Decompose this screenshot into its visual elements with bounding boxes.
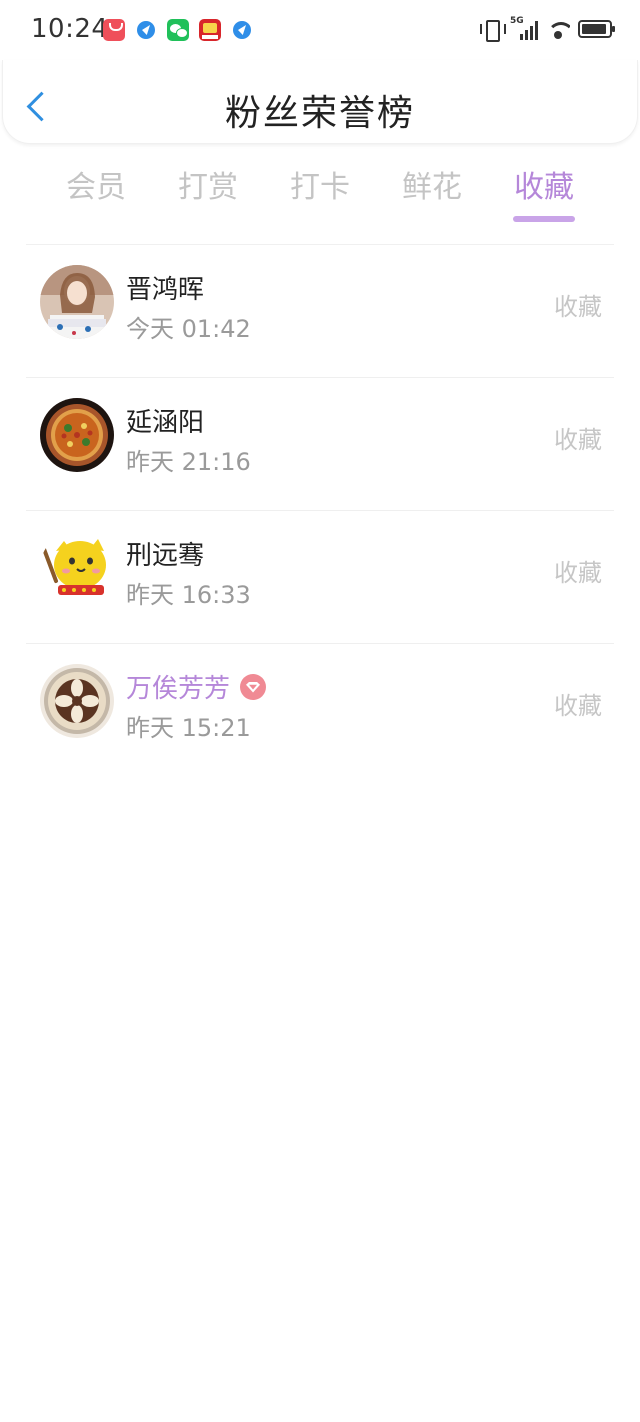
taobao-icon	[199, 19, 221, 41]
fan-time: 昨天 16:33	[126, 581, 251, 609]
fan-name: 万俟芳芳	[126, 674, 231, 704]
fan-name-row: 刑远骞	[126, 535, 204, 572]
status-bar: 10:24 5G	[0, 0, 640, 60]
system-icons: 5G	[480, 16, 615, 42]
avatar[interactable]	[40, 265, 114, 339]
vibrate-icon	[480, 18, 506, 42]
compass-icon	[231, 19, 253, 41]
avatar[interactable]	[40, 664, 114, 738]
network-type-label: 5G	[510, 16, 524, 26]
list-item[interactable]: 延涵阳 昨天 21:16 收藏	[26, 378, 614, 511]
tab-bar: 会员 打赏 打卡 鲜花 收藏	[0, 162, 640, 226]
active-tab-indicator	[513, 216, 575, 222]
cellular-signal-icon: 5G	[510, 16, 538, 40]
compass-icon	[135, 19, 157, 41]
list-item[interactable]: 晋鸿晖 今天 01:42 收藏	[26, 245, 614, 378]
tab-favorite[interactable]: 收藏	[504, 162, 584, 206]
fan-time: 昨天 21:16	[126, 448, 251, 476]
status-time: 10:24	[31, 14, 109, 44]
wifi-icon	[546, 19, 570, 39]
fan-name: 晋鸿晖	[126, 275, 205, 305]
avatar[interactable]	[40, 398, 114, 472]
fan-name-row: 万俟芳芳	[126, 668, 267, 705]
fan-action-label: 收藏	[554, 293, 602, 321]
fan-name: 延涵阳	[126, 408, 205, 438]
fan-action-label: 收藏	[554, 426, 602, 454]
tab-member[interactable]: 会员	[56, 162, 136, 206]
fan-action-label: 收藏	[554, 692, 602, 720]
nav-header: 粉丝荣誉榜	[2, 60, 638, 144]
fan-action-label: 收藏	[554, 559, 602, 587]
fan-name: 刑远骞	[126, 541, 205, 571]
fan-name-row: 延涵阳	[126, 402, 204, 439]
fan-list: 晋鸿晖 今天 01:42 收藏 延涵阳 昨天 21:16 收藏 刑远骞 昨天 1…	[0, 245, 640, 777]
fan-time: 今天 01:42	[126, 315, 251, 343]
page-title: 粉丝荣誉榜	[224, 93, 415, 134]
battery-icon	[578, 20, 615, 38]
tab-tip[interactable]: 打赏	[168, 162, 248, 206]
avatar[interactable]	[40, 531, 114, 605]
fan-name-row: 晋鸿晖	[126, 269, 204, 306]
diamond-vip-icon	[240, 673, 267, 700]
list-item[interactable]: 刑远骞 昨天 16:33 收藏	[26, 511, 614, 644]
fan-time: 昨天 15:21	[126, 714, 251, 742]
tab-checkin[interactable]: 打卡	[280, 162, 360, 206]
notification-icons	[103, 19, 253, 41]
wechat-icon	[167, 19, 189, 41]
list-item[interactable]: 万俟芳芳 昨天 15:21 收藏	[26, 644, 614, 777]
tab-flower[interactable]: 鲜花	[392, 162, 472, 206]
shopping-bag-icon	[103, 19, 125, 41]
